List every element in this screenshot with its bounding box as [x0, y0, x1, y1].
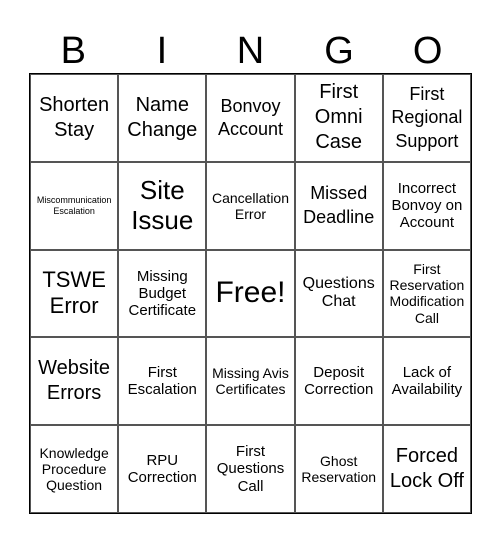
bingo-cell[interactable]: Ghost Reservation [294, 425, 383, 513]
bingo-cell[interactable]: First Omni Case [294, 74, 383, 162]
bingo-cell[interactable]: First Escalation [118, 337, 207, 426]
bingo-cell[interactable]: Forced Lock Off [382, 425, 471, 513]
header-letter-g: G [324, 30, 354, 72]
bingo-cell[interactable]: Name Change [118, 74, 207, 162]
bingo-cell[interactable]: Missing Avis Certificates [206, 337, 295, 426]
header-letter-n: N [236, 30, 265, 72]
bingo-cell[interactable]: Bonvoy Account [206, 74, 295, 162]
bingo-cell[interactable]: Lack of Availability [382, 337, 471, 426]
bingo-cell[interactable]: TSWE Error [30, 249, 119, 338]
bingo-cell[interactable]: Miscommunication Escalation [30, 161, 119, 250]
bingo-cell[interactable]: First Regional Support [382, 74, 471, 162]
bingo-cell[interactable]: Missing Budget Certificate [118, 249, 207, 338]
bingo-cell[interactable]: Shorten Stay [30, 74, 119, 162]
bingo-cell[interactable]: RPU Correction [118, 425, 207, 513]
bingo-cell[interactable]: Missed Deadline [294, 161, 383, 250]
bingo-cell[interactable]: First Reservation Modification Call [382, 249, 471, 338]
free-space[interactable]: Free! [206, 249, 295, 338]
bingo-cell[interactable]: Deposit Correction [294, 337, 383, 426]
header-letter-i: I [156, 30, 168, 72]
bingo-cell[interactable]: Cancellation Error [206, 161, 295, 250]
header-letter-b: B [60, 30, 86, 72]
bingo-cell[interactable]: Incorrect Bonvoy on Account [382, 161, 471, 250]
header-letter-o: O [412, 30, 443, 72]
bingo-cell[interactable]: Website Errors [30, 337, 119, 426]
bingo-cell[interactable]: Site Issue [118, 161, 207, 250]
bingo-cell[interactable]: Questions Chat [294, 249, 383, 338]
bingo-grid: Shorten Stay Name Change Bonvoy Account … [29, 73, 472, 514]
bingo-cell[interactable]: Knowledge Procedure Question [30, 425, 119, 513]
bingo-cell[interactable]: First Questions Call [206, 425, 295, 513]
bingo-header: B I N G O [29, 22, 472, 72]
